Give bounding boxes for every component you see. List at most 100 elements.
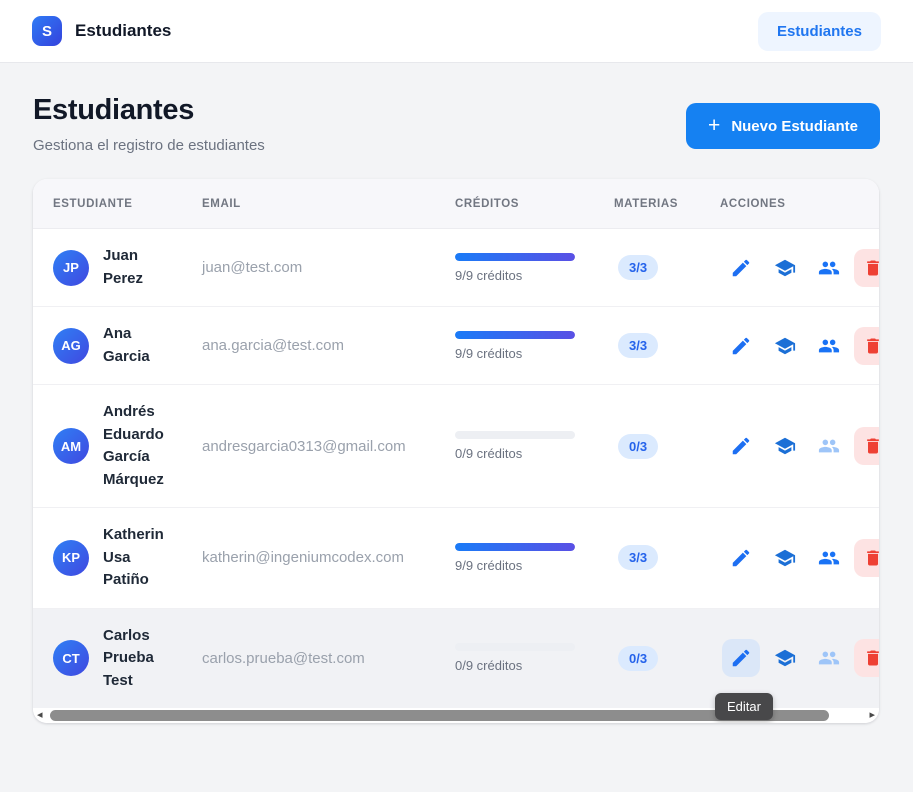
student-email: ana.garcia@test.com: [202, 337, 344, 354]
avatar-initials: KP: [61, 550, 81, 566]
column-header-materias: Materias: [614, 197, 679, 210]
column-header-estudiante: Estudiante: [53, 197, 133, 210]
subjects-button[interactable]: [766, 249, 804, 287]
main-content: Estudiantes Gestiona el registro de estu…: [0, 94, 913, 723]
scrollbar-thumb[interactable]: [49, 710, 829, 721]
student-email: katherin@ingeniumcodex.com: [202, 549, 404, 567]
table-row: AM Andrés Eduardo García Márquez andresg…: [33, 385, 879, 508]
subjects-button[interactable]: [766, 427, 804, 465]
students-table: Estudiante Email Créditos Materias Accio…: [33, 179, 879, 708]
graduation-cap-icon: [774, 647, 796, 669]
avatar-initials: AG: [61, 338, 81, 353]
editar-tooltip: Editar: [715, 693, 773, 720]
credits-progress-fill: [455, 330, 575, 339]
edit-button[interactable]: [722, 427, 760, 465]
table-row: JP Juan Perez juan@test.com 9/9 créditos…: [33, 229, 879, 307]
graduation-cap-icon: [774, 335, 796, 357]
credits-progress-bar: [455, 542, 575, 551]
credits-progress-fill: [455, 252, 575, 261]
materias-badge: 0/3: [618, 645, 659, 671]
credits-progress-bar: [455, 330, 575, 339]
student-email: juan@test.com: [202, 259, 303, 276]
subjects-button[interactable]: [766, 639, 804, 677]
materias-badge: 3/3: [618, 333, 659, 358]
delete-button[interactable]: [854, 326, 879, 365]
pencil-icon: [730, 647, 752, 669]
trash-icon: [863, 258, 879, 278]
people-icon: [818, 335, 840, 357]
avatar: KP: [53, 539, 89, 576]
avatar: JP: [53, 249, 89, 286]
groups-button[interactable]: [810, 249, 848, 287]
subjects-button[interactable]: [766, 539, 804, 577]
groups-button[interactable]: [810, 327, 848, 365]
trash-icon: [863, 336, 879, 356]
materias-badge: 3/3: [618, 545, 659, 571]
edit-button[interactable]: [722, 539, 760, 577]
credits-label: 0/9 créditos: [455, 658, 523, 674]
table-header: Estudiante Email Créditos Materias Accio…: [33, 179, 879, 229]
credits-label: 9/9 créditos: [455, 345, 523, 361]
new-student-button[interactable]: + Nuevo Estudiante: [686, 103, 880, 149]
student-name: Ana Garcia: [103, 325, 150, 365]
people-icon: [818, 647, 840, 669]
avatar-initials: AM: [60, 438, 82, 454]
groups-button[interactable]: [810, 539, 848, 577]
graduation-cap-icon: [774, 435, 796, 457]
credits-label: 0/9 créditos: [455, 446, 523, 461]
credits-progress-fill: [455, 542, 575, 551]
delete-button[interactable]: [854, 427, 879, 465]
student-name: Andrés Eduardo García Márquez: [103, 403, 164, 488]
table-row: KP Katherin Usa Patiño katherin@ingenium…: [33, 508, 879, 609]
app-title: Estudiantes: [75, 21, 172, 40]
credits-progress-bar: [455, 431, 575, 439]
credits-progress-bar: [455, 643, 575, 652]
student-email: carlos.prueba@test.com: [202, 649, 365, 667]
scroll-left-icon[interactable]: ◂: [37, 710, 43, 721]
student-name: Carlos Prueba Test: [103, 626, 154, 689]
credits-progress-bar: [455, 252, 575, 261]
edit-button[interactable]: [722, 327, 760, 365]
avatar-initials: CT: [62, 650, 80, 666]
people-icon: [818, 257, 840, 279]
people-icon: [818, 435, 840, 457]
top-bar: S Estudiantes Estudiantes: [0, 0, 913, 63]
trash-icon: [863, 436, 879, 456]
avatar: AM: [53, 428, 89, 464]
graduation-cap-icon: [774, 547, 796, 569]
edit-button[interactable]: [722, 639, 760, 678]
edit-button[interactable]: [722, 249, 760, 287]
column-header-acciones: Acciones: [720, 197, 786, 210]
materias-badge: 3/3: [618, 255, 659, 280]
column-header-creditos: Créditos: [455, 197, 520, 210]
groups-button[interactable]: [810, 639, 848, 677]
student-email: andresgarcia0313@gmail.com: [202, 437, 406, 455]
graduation-cap-icon: [774, 257, 796, 279]
table-body: JP Juan Perez juan@test.com 9/9 créditos…: [33, 229, 879, 708]
page-title: Estudiantes: [33, 94, 195, 126]
pencil-icon: [730, 435, 752, 457]
subjects-button[interactable]: [766, 327, 804, 365]
student-name: Katherin Usa Patiño: [103, 526, 164, 588]
trash-icon: [863, 648, 879, 668]
nav-estudiantes-button[interactable]: Estudiantes: [757, 11, 881, 51]
app-logo-letter: S: [41, 22, 52, 40]
delete-button[interactable]: [854, 248, 879, 287]
credits-label: 9/9 créditos: [455, 267, 523, 283]
avatar-initials: JP: [63, 260, 79, 275]
people-icon: [818, 547, 840, 569]
pencil-icon: [730, 335, 752, 357]
avatar: CT: [53, 640, 89, 677]
avatar: AG: [53, 327, 89, 364]
pencil-icon: [730, 257, 752, 279]
table-row: AG Ana Garcia ana.garcia@test.com 9/9 cr…: [33, 307, 879, 385]
new-student-label: Nuevo Estudiante: [731, 117, 858, 135]
students-table-card: Estudiante Email Créditos Materias Accio…: [33, 179, 879, 723]
delete-button[interactable]: [854, 639, 879, 678]
scroll-right-icon[interactable]: ▸: [869, 710, 875, 721]
page-subtitle: Gestiona el registro de estudiantes: [33, 137, 265, 154]
delete-button[interactable]: [854, 538, 879, 577]
pencil-icon: [730, 547, 752, 569]
groups-button[interactable]: [810, 427, 848, 465]
student-name: Juan Perez: [103, 247, 144, 287]
